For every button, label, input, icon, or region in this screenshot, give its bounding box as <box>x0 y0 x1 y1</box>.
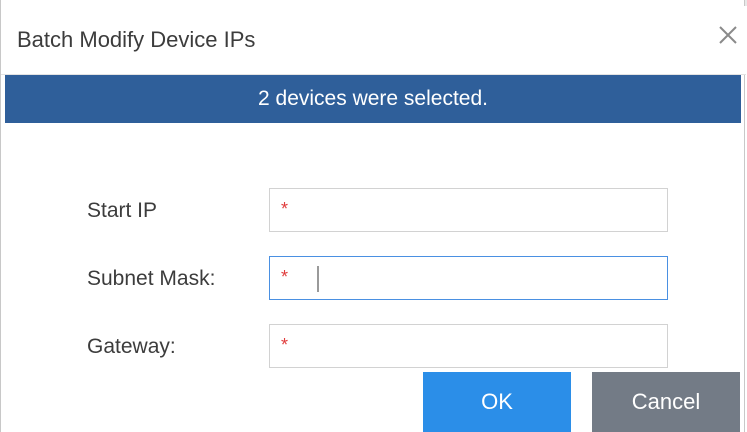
subnet-mask-label: Subnet Mask: <box>87 267 216 290</box>
batch-modify-dialog: Batch Modify Device IPs 2 devices were s… <box>0 0 746 432</box>
ok-button[interactable]: OK <box>423 372 571 432</box>
required-mark: * <box>281 199 289 219</box>
selection-banner-text: 2 devices were selected. <box>258 87 488 110</box>
cancel-button-label: Cancel <box>631 389 701 414</box>
dialog-title: Batch Modify Device IPs <box>17 27 256 52</box>
gateway-input[interactable]: * <box>269 324 668 368</box>
start-ip-input[interactable]: * <box>269 188 668 232</box>
cancel-button[interactable]: Cancel <box>592 372 740 432</box>
required-mark: * <box>281 267 289 287</box>
start-ip-label: Start IP <box>87 199 158 222</box>
subnet-mask-input[interactable]: * <box>269 256 668 300</box>
gateway-label: Gateway: <box>87 335 176 358</box>
ok-button-label: OK <box>481 389 513 414</box>
selection-banner: 2 devices were selected. <box>5 75 741 123</box>
close-icon[interactable] <box>713 20 743 50</box>
text-caret <box>317 266 319 292</box>
dialog-titlebar: Batch Modify Device IPs <box>1 6 746 75</box>
required-mark: * <box>281 335 289 355</box>
